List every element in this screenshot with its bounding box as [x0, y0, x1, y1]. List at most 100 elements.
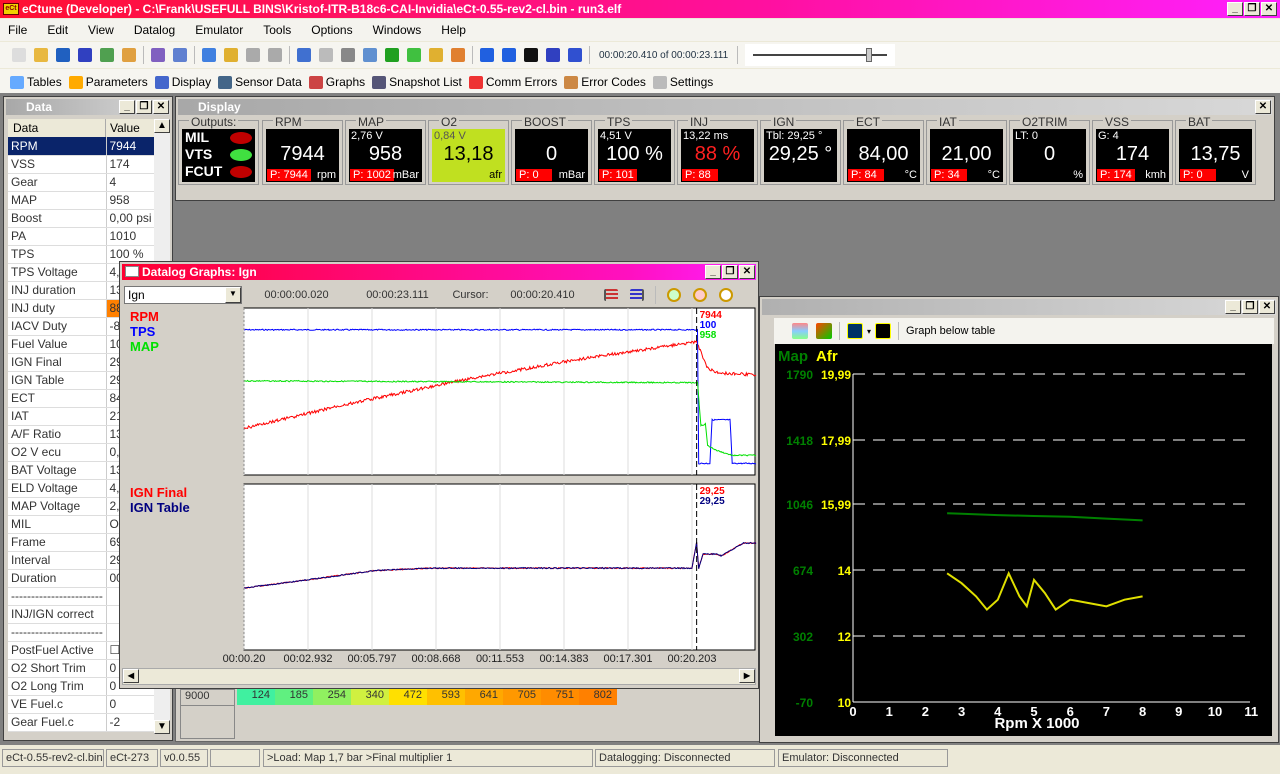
data-row[interactable]: Boost 0,00 psi	[8, 209, 155, 228]
minimize-button[interactable]: _	[119, 100, 135, 114]
menu-windows[interactable]: Windows	[373, 23, 422, 37]
minimize-button[interactable]: _	[705, 265, 721, 279]
record-icon[interactable]	[319, 48, 333, 62]
redo-icon[interactable]	[268, 48, 282, 62]
copy-map-icon[interactable]	[100, 48, 114, 62]
data-row[interactable]: PA 1010	[8, 227, 155, 246]
connect-icon[interactable]	[297, 48, 311, 62]
chevron-down-icon[interactable]: ▼	[225, 287, 241, 303]
data-row[interactable]: MAP 958	[8, 191, 155, 210]
close-button[interactable]: ✕	[1255, 100, 1271, 114]
menu-options[interactable]: Options	[311, 23, 352, 37]
maximize-button[interactable]: ❐	[1244, 2, 1260, 16]
graph-icon[interactable]	[847, 323, 863, 339]
table-cell[interactable]: 340	[351, 689, 389, 705]
table-cell[interactable]: 802	[579, 689, 617, 705]
menu-datalog[interactable]: Datalog	[134, 23, 175, 37]
data-row[interactable]: Gear Fuel.c -2	[8, 713, 155, 732]
pause-icon[interactable]	[546, 48, 560, 62]
menu-view[interactable]: View	[88, 23, 114, 37]
zoom-reset-icon[interactable]	[719, 288, 733, 302]
table-cell[interactable]: 705	[503, 689, 541, 705]
new-icon[interactable]	[12, 48, 26, 62]
toolbar-error-codes[interactable]: Error Codes	[564, 75, 646, 89]
col-data[interactable]: Data	[8, 119, 106, 137]
save-log-icon[interactable]	[341, 48, 355, 62]
help-icon[interactable]	[78, 48, 92, 62]
table-cell[interactable]: 593	[427, 689, 465, 705]
data-row[interactable]: Gear 4	[8, 173, 155, 192]
toolbar-parameters[interactable]: Parameters	[68, 75, 148, 89]
data-row[interactable]: VSS 174	[8, 155, 155, 174]
slider-thumb[interactable]	[865, 48, 872, 62]
scroll-right-button[interactable]: ▶	[739, 669, 755, 683]
maximize-button[interactable]: ❐	[722, 265, 738, 279]
stop-icon[interactable]	[568, 48, 582, 62]
scroll-down-button[interactable]: ▼	[154, 720, 170, 734]
graph-select[interactable]: Ign ▼	[124, 286, 242, 304]
minimize-button[interactable]: _	[1225, 300, 1241, 314]
data-row[interactable]: RPM 7944	[8, 137, 155, 156]
table-cell[interactable]: 641	[465, 689, 503, 705]
save-icon[interactable]	[56, 48, 70, 62]
undo-icon[interactable]	[246, 48, 260, 62]
play-icon[interactable]	[502, 48, 516, 62]
scroll-up-button[interactable]: ▲	[154, 119, 170, 133]
table-cell[interactable]: 751	[541, 689, 579, 705]
upload-ex-icon[interactable]	[407, 48, 421, 62]
graph-below-table-button[interactable]: Graph below table	[906, 325, 995, 337]
menu-file[interactable]: File	[8, 23, 27, 37]
prev-icon[interactable]	[480, 48, 494, 62]
table-cell[interactable]: 254	[313, 689, 351, 705]
align-right-icon[interactable]	[630, 289, 644, 301]
toolbar-settings[interactable]: Settings	[652, 75, 713, 89]
color-icon[interactable]	[816, 323, 832, 339]
toolbar-graphs[interactable]: Graphs	[308, 75, 365, 89]
close-icon[interactable]	[122, 48, 136, 62]
compare-icon[interactable]	[151, 48, 165, 62]
toolbar-display[interactable]: Display	[154, 75, 211, 89]
data-row[interactable]: TPS 100 %	[8, 245, 155, 264]
zoom-in-icon[interactable]	[667, 288, 681, 302]
graph-hscrollbar[interactable]: ◀ ▶	[122, 668, 756, 685]
close-button[interactable]: ✕	[1259, 300, 1275, 314]
playback-slider[interactable]	[745, 44, 896, 66]
table-cell[interactable]: 124	[237, 689, 275, 705]
surface-icon[interactable]	[792, 323, 808, 339]
maximize-button[interactable]: ❐	[1242, 300, 1258, 314]
zoom-out-icon[interactable]	[693, 288, 707, 302]
col-value[interactable]: Value	[106, 119, 154, 137]
maximize-button[interactable]: ❐	[136, 100, 152, 114]
paste-icon[interactable]	[224, 48, 238, 62]
toolbar-comm-errors[interactable]: Comm Errors	[468, 75, 557, 89]
open-icon[interactable]	[34, 48, 48, 62]
open-log-icon[interactable]	[429, 48, 443, 62]
toolbar-snapshot-list[interactable]: Snapshot List	[372, 75, 462, 89]
close-button[interactable]: ✕	[153, 100, 169, 114]
close-log-icon[interactable]	[451, 48, 465, 62]
toolbar-tables[interactable]: Tables	[10, 75, 62, 89]
fast-forward-icon[interactable]	[524, 48, 538, 62]
close-button[interactable]: ✕	[1261, 2, 1277, 16]
close-button[interactable]: ✕	[739, 265, 755, 279]
minimize-button[interactable]: _	[1227, 2, 1243, 16]
export-icon[interactable]	[363, 48, 377, 62]
table-cell[interactable]: 472	[389, 689, 427, 705]
menu-tools[interactable]: Tools	[263, 23, 291, 37]
compare2-icon[interactable]	[173, 48, 187, 62]
align-left-icon[interactable]	[604, 289, 618, 301]
afr-tick-label: 19,99	[821, 368, 851, 382]
x-tick-label: 3	[958, 704, 965, 719]
upload-icon[interactable]	[385, 48, 399, 62]
menu-emulator[interactable]: Emulator	[195, 23, 243, 37]
data-row[interactable]: VE Fuel.c 0	[8, 695, 155, 714]
menu-edit[interactable]: Edit	[47, 23, 68, 37]
copy-icon[interactable]	[202, 48, 216, 62]
menu-help[interactable]: Help	[441, 23, 466, 37]
table-cell[interactable]: 185	[275, 689, 313, 705]
x-tick-label: 1	[886, 704, 893, 719]
scroll-left-button[interactable]: ◀	[123, 669, 139, 683]
toolbar-sensor-data[interactable]: Sensor Data	[218, 75, 302, 89]
cursor-time: 00:00:20.410	[496, 286, 589, 304]
graph-export-icon[interactable]	[875, 323, 892, 339]
